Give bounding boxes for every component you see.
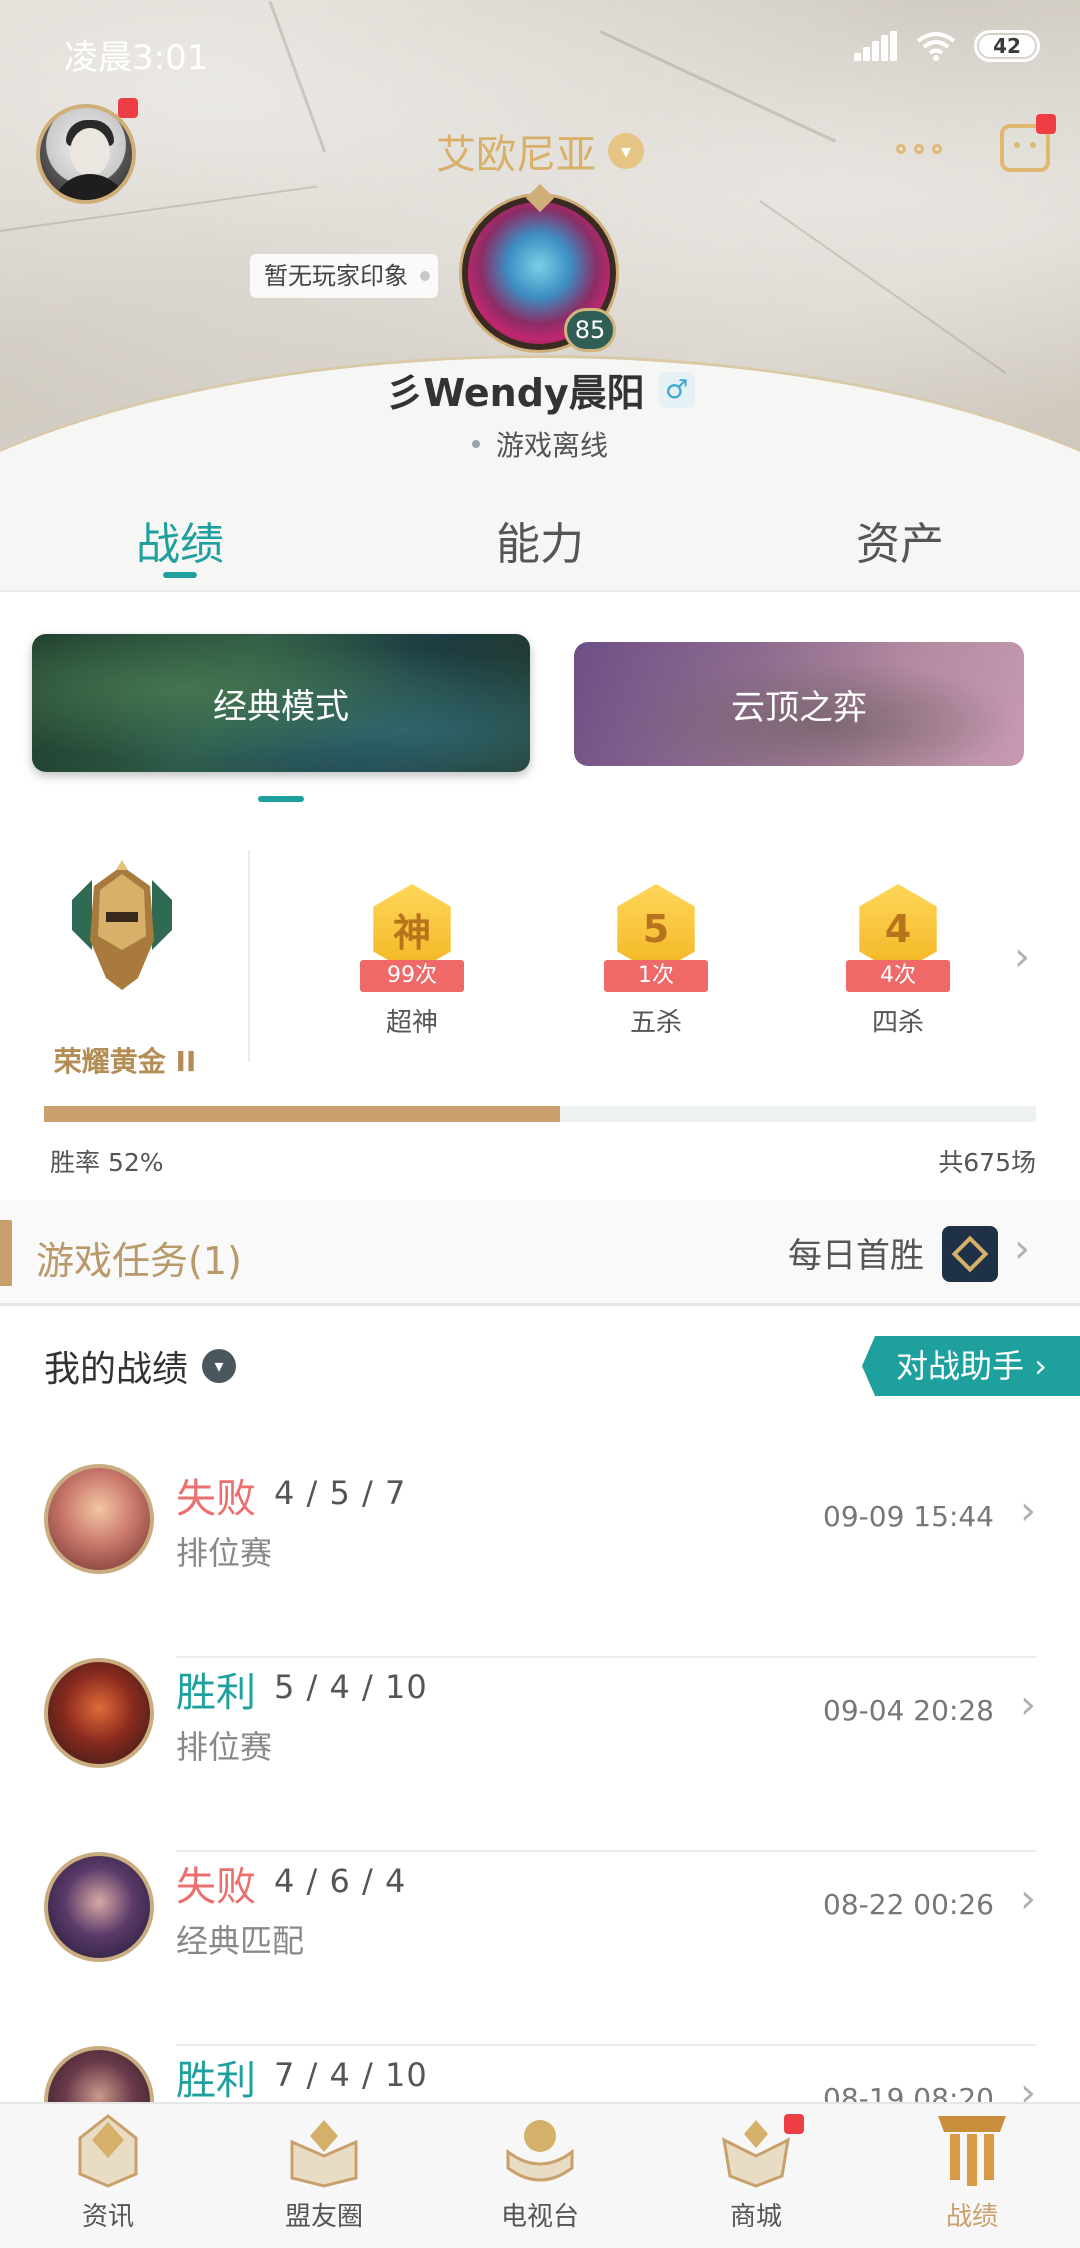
nav-store[interactable]: 商城 (648, 2104, 864, 2248)
tft-mode-label: 云顶之弈 (731, 687, 867, 728)
match-result: 失败 (176, 1476, 256, 1522)
nav-label: 电视台 (500, 2202, 579, 2232)
champion-avatar (44, 1464, 154, 1574)
bottom-nav: 资讯 盟友圈 电视台 商城 战绩 (0, 2102, 1080, 2248)
match-row[interactable]: 胜利 5 / 4 / 10 排位赛 09-04 20:28 › (0, 1658, 1080, 1852)
achievement-label: 超神 (385, 1008, 438, 1038)
online-status: 游戏离线 (0, 424, 1080, 464)
match-time: 08-22 00:26 (823, 1888, 994, 1921)
main-tabs: 战绩 能力 资产 (0, 480, 1080, 592)
divider (248, 850, 250, 1062)
match-time: 09-09 15:44 (823, 1500, 994, 1533)
marble-vein (0, 185, 318, 232)
match-kda: 5 / 4 / 10 (274, 1668, 428, 1706)
more-icon[interactable] (896, 144, 942, 154)
nav-label: 战绩 (945, 2202, 998, 2232)
daily-win-icon (942, 1226, 998, 1282)
daily-task-label: 每日首胜 (788, 1236, 924, 1276)
nav-label: 商城 (729, 2202, 782, 2232)
match-kda: 7 / 4 / 10 (274, 2056, 428, 2094)
player-impression-tag[interactable]: 暂无玩家印象 (250, 254, 438, 298)
achievement-legendary[interactable]: 神 99次 超神 (352, 884, 472, 1039)
nav-tv[interactable]: 电视台 (432, 2104, 648, 2248)
battery-level: 42 (979, 35, 1035, 57)
battle-assistant-label: 对战助手 (896, 1347, 1025, 1385)
achievement-label: 四杀 (871, 1008, 924, 1038)
notification-dot (1036, 114, 1056, 134)
nav-news[interactable]: 资讯 (0, 2104, 216, 2248)
mode-indicator (258, 796, 304, 802)
my-record-title: 我的战绩 (44, 1349, 189, 1390)
champion-avatar (44, 1658, 154, 1768)
task-accent (0, 1220, 12, 1286)
nav-label: 盟友圈 (284, 2202, 363, 2232)
match-kda: 4 / 5 / 7 (274, 1474, 407, 1512)
winrate-bar-fill (44, 1106, 560, 1122)
friends-circle-icon (290, 2120, 358, 2188)
achievement-pentakill[interactable]: 5 1次 五杀 (596, 884, 716, 1039)
classic-mode-label: 经典模式 (213, 686, 349, 727)
chevron-right-icon: › (1020, 1488, 1036, 1534)
match-result: 失败 (176, 1864, 256, 1910)
male-icon: ♂ (658, 371, 695, 408)
match-mode: 排位赛 (176, 1728, 273, 1766)
online-status-text: 游戏离线 (495, 429, 608, 462)
match-mode: 经典匹配 (176, 1922, 305, 1960)
news-icon (78, 2114, 138, 2188)
achievement-quadrakill[interactable]: 4 4次 四杀 (838, 884, 958, 1039)
status-bar: 凌晨3:01 42 (0, 0, 1080, 100)
status-icons: 42 (854, 30, 1040, 62)
achievement-count: 1次 (604, 960, 708, 992)
nav-friends[interactable]: 盟友圈 (216, 2104, 432, 2248)
total-games: 共675场 (938, 1148, 1036, 1177)
tab-assets[interactable]: 资产 (720, 480, 1080, 590)
chevron-down-icon: ▾ (202, 1349, 237, 1383)
nav-record[interactable]: 战绩 (864, 2104, 1080, 2248)
chevron-right-icon[interactable]: › (1014, 1226, 1030, 1272)
my-record-header[interactable]: 我的战绩 ▾ (44, 1340, 237, 1392)
status-time: 凌晨3:01 (64, 38, 209, 78)
region-name: 艾欧尼亚 (436, 132, 596, 178)
nav-label: 资讯 (81, 2202, 134, 2232)
match-row[interactable]: 失败 4 / 5 / 7 排位赛 09-09 15:44 › (0, 1464, 1080, 1658)
level-badge: 85 (564, 308, 616, 352)
match-time: 09-04 20:28 (823, 1694, 994, 1727)
champion-avatar (44, 1852, 154, 1962)
battery-icon: 42 (974, 30, 1040, 62)
game-tasks-bar[interactable]: 游戏任务(1) 每日首胜 › (0, 1200, 1080, 1306)
chevron-right-icon: › (1020, 1682, 1036, 1728)
player-name: 彡Wendy晨阳 (385, 371, 645, 415)
player-name-row: 彡Wendy晨阳 ♂ (0, 362, 1080, 417)
classic-mode-card[interactable]: 经典模式 (32, 634, 530, 772)
achievement-count: 4次 (846, 960, 950, 992)
chevron-right-icon[interactable]: › (1014, 934, 1030, 980)
achievement-label: 五杀 (629, 1008, 682, 1038)
match-mode: 排位赛 (176, 1534, 273, 1572)
match-row[interactable]: 失败 4 / 6 / 4 经典匹配 08-22 00:26 › (0, 1852, 1080, 2046)
rank-emblem-icon[interactable] (62, 860, 182, 1000)
winrate-bar (44, 1106, 1036, 1122)
chevron-right-icon: › (1020, 1876, 1036, 1922)
tft-mode-card[interactable]: 云顶之弈 (574, 642, 1024, 766)
tv-icon (506, 2120, 574, 2182)
store-icon (722, 2120, 790, 2188)
battle-assistant-button[interactable]: 对战助手 › (862, 1336, 1080, 1396)
signal-icon (854, 31, 898, 61)
wifi-icon (916, 32, 956, 61)
rank-label: 荣耀黄金 II (53, 1045, 197, 1078)
match-kda: 4 / 6 / 4 (274, 1862, 407, 1900)
marble-vein (759, 200, 1007, 374)
tab-record[interactable]: 战绩 (0, 480, 360, 590)
achievement-count: 99次 (360, 960, 464, 992)
match-result: 胜利 (176, 1670, 256, 1716)
chevron-down-icon: ▾ (608, 133, 644, 169)
notification-dot (118, 98, 138, 118)
record-icon (938, 2116, 1006, 2186)
winrate-text: 胜率 52% (50, 1148, 164, 1177)
status-dot (471, 440, 480, 448)
tab-ability[interactable]: 能力 (360, 480, 720, 590)
notification-dot (784, 2114, 804, 2134)
match-result: 胜利 (176, 2058, 256, 2104)
task-title: 游戏任务(1) (36, 1239, 242, 1283)
